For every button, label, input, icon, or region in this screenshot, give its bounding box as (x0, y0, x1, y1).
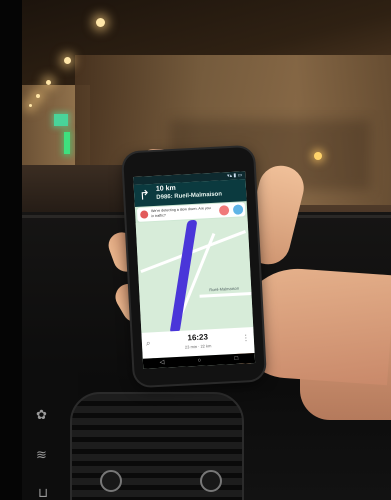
map-view[interactable]: Rueil-Malmaison 5 km/h (135, 217, 256, 366)
emergency-exit-sign (54, 114, 68, 126)
tunnel-lamp (29, 104, 32, 107)
fan-icon: ✿ (36, 407, 47, 422)
tunnel-lamp (96, 18, 105, 27)
turn-right-arrow-icon: ↱ (138, 187, 151, 203)
dismiss-button[interactable] (218, 205, 230, 216)
traffic-alert-icon (140, 210, 149, 219)
map-place-label: Rueil-Malmaison (209, 285, 240, 293)
menu-icon[interactable]: ⋮ (242, 333, 250, 342)
next-street: D986: Rueil-Malmaison (156, 191, 223, 201)
next-turn-distance: 10 km (155, 184, 176, 193)
center-console (18, 370, 78, 500)
tunnel-lamp (36, 94, 40, 98)
traffic-alert-text: We're detecting a slow down. Are you in … (150, 206, 211, 219)
confirm-button[interactable] (232, 204, 244, 215)
back-icon[interactable]: ◁ (159, 358, 165, 368)
smartphone: ▾▴ ▮ ▭ ↱ 10 km D986: Rueil-Malmaison We'… (122, 146, 266, 387)
phone-screen: ▾▴ ▮ ▭ ↱ 10 km D986: Rueil-Malmaison We'… (133, 171, 256, 369)
tunnel-lamp (64, 57, 71, 64)
recents-icon[interactable]: □ (234, 354, 238, 364)
green-light (64, 132, 70, 154)
defrost-icon: ≋ (36, 447, 47, 462)
tunnel-lamp (46, 80, 51, 85)
seat-icon: ⊔ (38, 485, 49, 500)
car-interior-photo: ✿ ≋ ⊔ ▾▴ ▮ ▭ ↱ 10 km D986: Rueil-Malmais… (0, 0, 391, 500)
vent-knob (200, 470, 222, 492)
window-pillar (0, 0, 22, 500)
map-road (199, 292, 252, 298)
route-line (169, 219, 198, 334)
vent-knob (100, 470, 122, 492)
amber-light (314, 152, 322, 160)
home-icon[interactable]: ○ (197, 356, 201, 366)
